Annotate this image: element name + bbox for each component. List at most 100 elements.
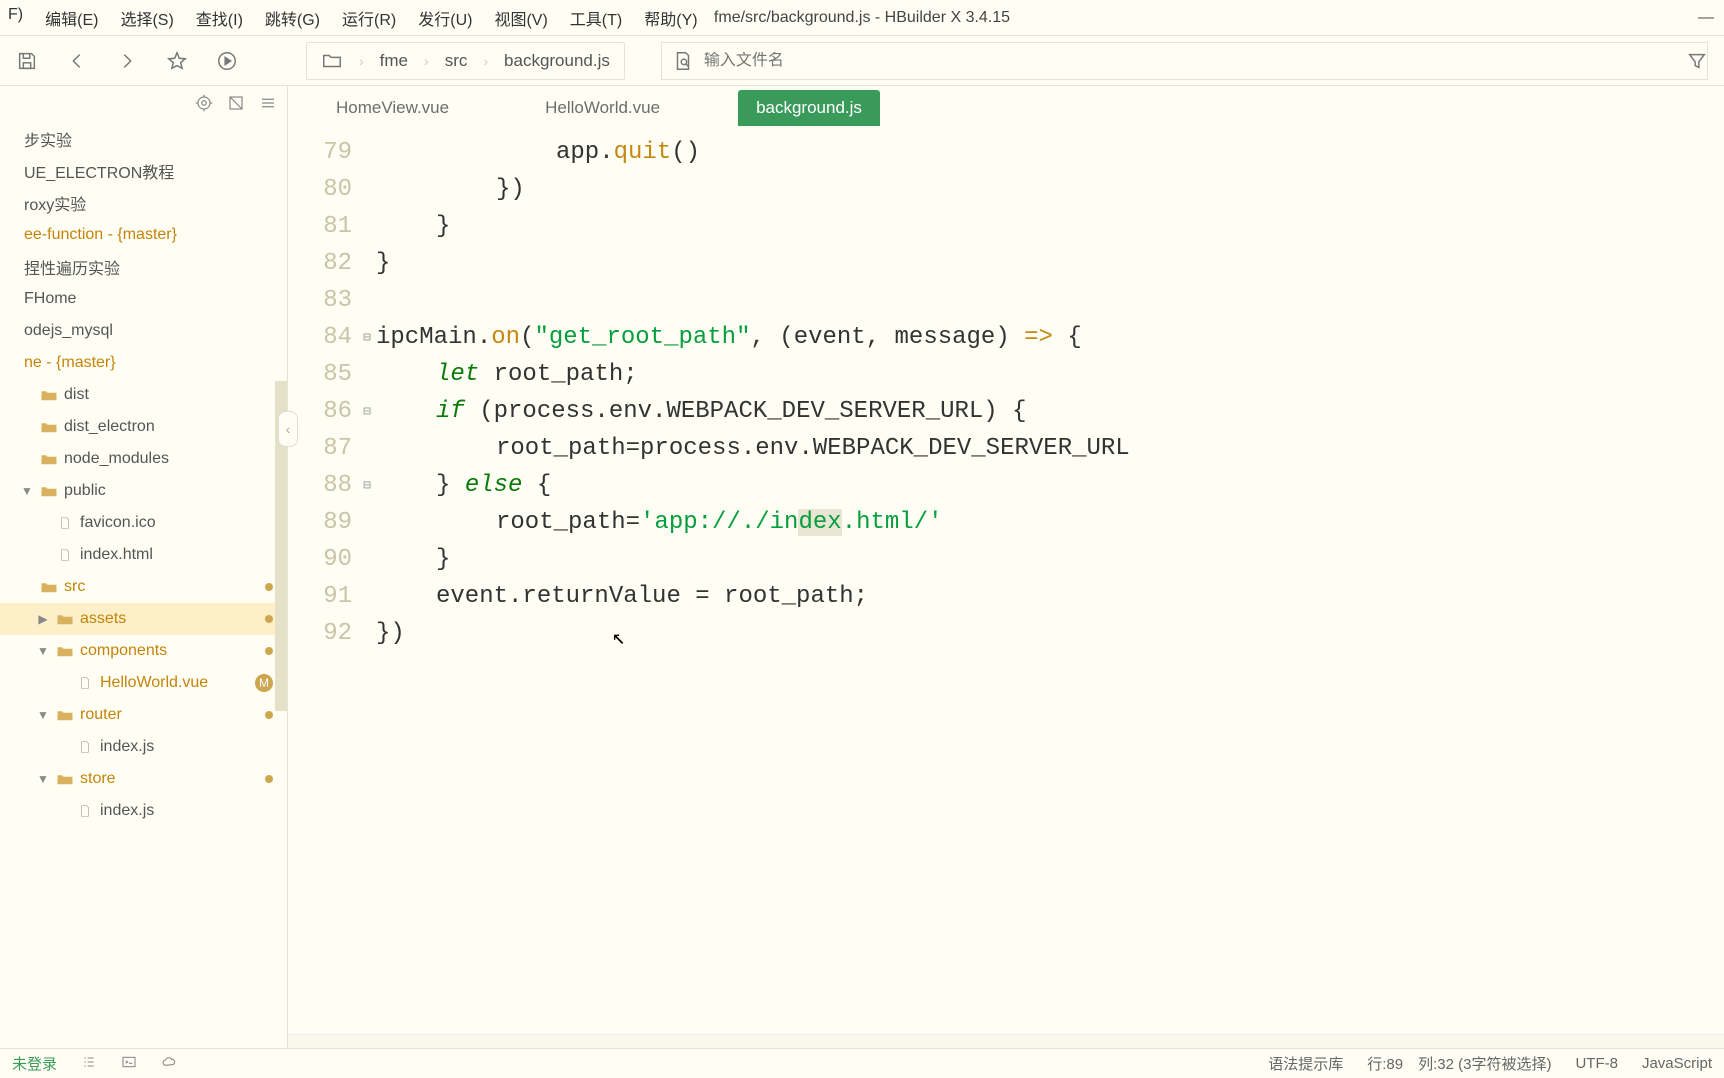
code-line[interactable]: } else { <box>376 467 1724 504</box>
back-icon[interactable] <box>66 50 88 72</box>
menu-item[interactable]: 查找(I) <box>196 6 243 30</box>
line-number: 89 <box>288 504 352 541</box>
tree-row[interactable]: 捏性遍历实验 <box>0 251 287 283</box>
modified-dot-icon <box>265 647 273 655</box>
tree-label: ee-function - {master} <box>24 226 177 244</box>
syntax-lib[interactable]: 语法提示库 <box>1268 1053 1343 1074</box>
tree-label: index.js <box>100 738 154 756</box>
tree-row[interactable]: UE_ELECTRON教程 <box>0 155 287 187</box>
minimize-icon[interactable]: — <box>1698 9 1714 27</box>
encoding[interactable]: UTF-8 <box>1575 1055 1618 1072</box>
chevron-icon: ▶ <box>36 612 50 626</box>
code-line[interactable] <box>376 282 1724 319</box>
tree-label: ne - {master} <box>24 354 116 372</box>
tree-row[interactable]: favicon.ico <box>0 507 287 539</box>
menu-item[interactable]: 选择(S) <box>120 6 173 30</box>
tree-label: public <box>64 482 106 500</box>
fold-icon <box>358 504 376 541</box>
tree-row[interactable]: dist <box>0 379 287 411</box>
code-line[interactable]: root_path='app://./index.html/' <box>376 504 1724 541</box>
terminal-icon[interactable] <box>121 1054 137 1074</box>
search-input[interactable] <box>704 52 1697 70</box>
cursor-position: 行:89 列:32 (3字符被选择) <box>1367 1053 1551 1074</box>
run-icon[interactable] <box>216 50 238 72</box>
chevron-icon: ▼ <box>36 772 50 786</box>
breadcrumb-item[interactable]: background.js <box>504 51 610 71</box>
save-icon[interactable] <box>16 50 38 72</box>
menu-icon[interactable] <box>259 94 277 117</box>
code-line[interactable]: } <box>376 245 1724 282</box>
menu-item[interactable]: 工具(T) <box>570 6 622 30</box>
menu-item[interactable]: F) <box>8 6 23 30</box>
fold-icon <box>358 356 376 393</box>
code-line[interactable]: }) <box>376 615 1724 652</box>
tree-label: odejs_mysql <box>24 322 113 340</box>
tree-row[interactable]: dist_electron <box>0 411 287 443</box>
tab[interactable]: HelloWorld.vue <box>527 90 678 126</box>
star-icon[interactable] <box>166 50 188 72</box>
tree-row[interactable]: ▼public <box>0 475 287 507</box>
editor: ‹ HomeView.vueHelloWorld.vuebackground.j… <box>288 86 1724 1048</box>
fold-icon <box>358 208 376 245</box>
fold-icon <box>358 282 376 319</box>
code-line[interactable]: if (process.env.WEBPACK_DEV_SERVER_URL) … <box>376 393 1724 430</box>
tree-row[interactable]: HelloWorld.vueM <box>0 667 287 699</box>
tree-row[interactable]: odejs_mysql <box>0 315 287 347</box>
code-line[interactable]: event.returnValue = root_path; <box>376 578 1724 615</box>
breadcrumb-item[interactable]: src <box>445 51 468 71</box>
fold-icon[interactable]: ⊟ <box>358 467 376 504</box>
tree-row[interactable]: src <box>0 571 287 603</box>
tree-row[interactable]: 步实验 <box>0 123 287 155</box>
status-bar: 未登录 语法提示库 行:89 列:32 (3字符被选择) UTF-8 JavaS… <box>0 1048 1724 1078</box>
login-status[interactable]: 未登录 <box>12 1053 57 1074</box>
menu-item[interactable]: 跳转(G) <box>265 6 320 30</box>
line-number: 83 <box>288 282 352 319</box>
filter-icon[interactable] <box>1686 50 1708 72</box>
menu-item[interactable]: 运行(R) <box>342 6 396 30</box>
cloud-icon[interactable] <box>161 1054 177 1074</box>
tree-row[interactable]: roxy实验 <box>0 187 287 219</box>
tree-label: index.html <box>80 546 153 564</box>
tree-row[interactable]: FHome <box>0 283 287 315</box>
list-icon[interactable] <box>81 1054 97 1074</box>
code-line[interactable]: app.quit() <box>376 134 1724 171</box>
tree-row[interactable]: index.html <box>0 539 287 571</box>
tree-row[interactable]: index.js <box>0 731 287 763</box>
language-mode[interactable]: JavaScript <box>1642 1055 1712 1072</box>
tab[interactable]: HomeView.vue <box>318 90 467 126</box>
locate-icon[interactable] <box>195 94 213 117</box>
horizontal-scrollbar[interactable] <box>288 1034 1724 1048</box>
code-line[interactable]: }) <box>376 171 1724 208</box>
tree-row[interactable]: ne - {master} <box>0 347 287 379</box>
tree-row[interactable]: ▼router <box>0 699 287 731</box>
code-line[interactable]: root_path=process.env.WEBPACK_DEV_SERVER… <box>376 430 1724 467</box>
breadcrumb-item[interactable]: fme <box>380 51 408 71</box>
folder-icon <box>40 388 58 402</box>
tree-row[interactable]: ee-function - {master} <box>0 219 287 251</box>
menu-item[interactable]: 发行(U) <box>418 6 472 30</box>
search-box[interactable] <box>661 42 1708 80</box>
tree-row[interactable]: ▶assets <box>0 603 287 635</box>
tree-row[interactable]: index.js <box>0 795 287 827</box>
fold-icon[interactable]: ⊟ <box>358 393 376 430</box>
tree-row[interactable]: ▼store <box>0 763 287 795</box>
tree-label: 步实验 <box>24 127 72 151</box>
code-line[interactable]: ipcMain.on("get_root_path", (event, mess… <box>376 319 1724 356</box>
menu-item[interactable]: 帮助(Y) <box>644 6 697 30</box>
breadcrumb[interactable]: › fme › src › background.js <box>306 42 625 80</box>
tree-row[interactable]: node_modules <box>0 443 287 475</box>
panel-icon[interactable] <box>227 94 245 117</box>
search-file-icon <box>672 50 694 72</box>
menu-item[interactable]: 视图(V) <box>494 6 547 30</box>
tree-row[interactable]: ▼components <box>0 635 287 667</box>
code-line[interactable]: } <box>376 208 1724 245</box>
tab[interactable]: background.js <box>738 90 880 126</box>
line-number: 81 <box>288 208 352 245</box>
code-line[interactable]: let root_path; <box>376 356 1724 393</box>
menu-item[interactable]: 编辑(E) <box>45 6 98 30</box>
code-area[interactable]: app.quit()})}} ipcMain.on("get_root_path"… <box>376 134 1724 1034</box>
line-number: 79 <box>288 134 352 171</box>
code-line[interactable]: } <box>376 541 1724 578</box>
fold-icon[interactable]: ⊟ <box>358 319 376 356</box>
forward-icon[interactable] <box>116 50 138 72</box>
